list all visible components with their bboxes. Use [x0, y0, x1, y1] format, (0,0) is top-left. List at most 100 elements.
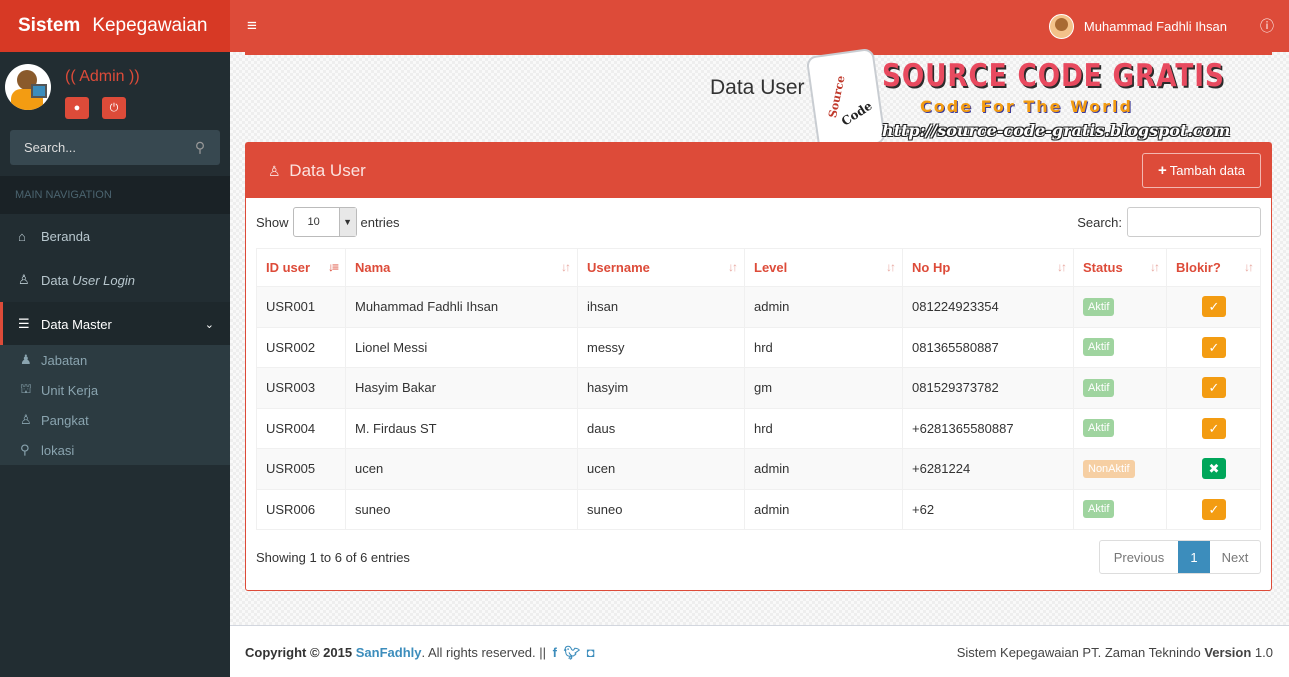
info-icon[interactable]: ⓘ — [1245, 0, 1289, 52]
user-menu[interactable]: Muhammad Fadhli Ihsan — [1048, 13, 1227, 39]
home-icon: ⌂ — [18, 228, 26, 244]
table-row: USR002 Lionel Messi messy hrd 0813655808… — [256, 326, 1261, 368]
brand-link[interactable]: SanFadhly — [356, 645, 422, 660]
avatar — [1048, 13, 1074, 39]
watermark-subtitle: Code For The World — [920, 97, 1133, 116]
page-1-button[interactable]: 1 — [1178, 541, 1210, 573]
puzzle-logo: Source Code — [805, 47, 887, 153]
sidebar-item-pangkat[interactable]: ♙ Pangkat — [0, 405, 230, 435]
next-button[interactable]: Next — [1210, 541, 1260, 573]
sidebar-item-unit-kerja[interactable]: ⛫ Unit Kerja — [0, 375, 230, 405]
status-badge: Aktif — [1083, 378, 1115, 397]
sort-icon: ↓↑ — [1244, 260, 1254, 274]
column-header-nama[interactable]: Nama ↓↑ — [345, 248, 578, 287]
check-icon[interactable]: ✓ — [1202, 498, 1226, 520]
sidebar-item-data-master[interactable]: ☰ Data Master ⌄ — [0, 302, 230, 346]
chevron-down-icon: ▼ — [338, 208, 356, 236]
user-panel: (( Admin )) ● ⏻ — [0, 52, 230, 127]
status-badge: Aktif — [1083, 500, 1115, 519]
instagram-icon[interactable]: ◘ — [587, 645, 595, 660]
sidebar-item-label: Beranda — [41, 228, 91, 244]
user-name: Muhammad Fadhli Ihsan — [1083, 18, 1227, 34]
sort-icon: ↓↑ — [886, 260, 896, 274]
avatar — [5, 64, 51, 110]
table-search-input[interactable] — [1127, 207, 1261, 237]
chevron-down-icon: ⌄ — [204, 318, 214, 331]
pagination: Previous 1 Next — [1099, 540, 1261, 574]
table-row: USR006 suneo suneo admin +62 Aktif ✓ — [256, 488, 1261, 530]
check-icon[interactable]: ✓ — [1202, 296, 1226, 318]
facebook-icon[interactable]: f — [553, 645, 557, 660]
power-icon: ⏻ — [109, 101, 119, 114]
sidebar-search[interactable]: Search... ⚲ — [10, 130, 220, 165]
sort-icon: ↓↑ — [728, 260, 738, 274]
table-row: USR003 Hasyim Bakar hasyim gm 0815293737… — [256, 367, 1261, 409]
app-logo[interactable]: Sistem Kepegawaian — [0, 0, 230, 52]
user-secret-icon: ♙ — [268, 163, 281, 179]
table-row: USR001 Muhammad Fadhli Ihsan ihsan admin… — [256, 286, 1261, 328]
column-header-status[interactable]: Status ↓↑ — [1073, 248, 1167, 287]
previous-button[interactable]: Previous — [1100, 541, 1178, 573]
plus-icon: + — [1158, 162, 1167, 179]
watermark: Source Code SOURCE CODE GRATIS Code For … — [805, 47, 1230, 153]
content-area: Data User Source Code SOURCE CODE GRATIS… — [230, 47, 1289, 625]
user-icon: ♙ — [20, 412, 32, 427]
table-row: USR005 ucen ucen admin +6281224 NonAktif… — [256, 448, 1261, 490]
male-icon: ♟ — [20, 352, 32, 367]
list-icon: ☰ — [18, 316, 30, 331]
status-badge: Aktif — [1083, 419, 1115, 438]
sidebar-item-lokasi[interactable]: ⚲ lokasi — [0, 435, 230, 465]
watermark-title: SOURCE CODE GRATIS — [882, 58, 1225, 94]
sidebar-item-label: Jabatan — [41, 352, 88, 368]
entries-select[interactable]: 10 ▼ — [292, 207, 357, 237]
status-badge: Aktif — [1083, 297, 1115, 316]
app-title-bold: Sistem — [18, 15, 81, 36]
column-header-blokir[interactable]: Blokir? ↓↑ — [1166, 248, 1261, 287]
search-icon[interactable]: ⚲ — [180, 139, 220, 156]
logout-button[interactable]: ⏻ — [102, 97, 126, 119]
sidebar-item-label: Pangkat — [41, 412, 89, 428]
column-header-level[interactable]: Level ↓↑ — [744, 248, 903, 287]
submenu: ♟ Jabatan ⛫ Unit Kerja ♙ Pangkat ⚲ lokas… — [0, 345, 230, 465]
bank-icon: ⛫ — [20, 381, 32, 396]
map-marker-icon: ⚲ — [20, 442, 30, 457]
user-icon: ● — [73, 102, 81, 114]
sidebar-item-label: Data User Login — [41, 272, 135, 288]
nav-header: MAIN NAVIGATION — [0, 176, 230, 214]
status-badge: NonAktif — [1083, 459, 1135, 478]
twitter-icon[interactable]: 🐦︎ — [564, 645, 581, 660]
hamburger-icon[interactable]: ≡ — [230, 0, 274, 52]
column-header-username[interactable]: Username ↓↑ — [577, 248, 745, 287]
add-data-button[interactable]: + Tambah data — [1142, 153, 1261, 188]
table-info: Showing 1 to 6 of 6 entries — [256, 550, 410, 565]
top-navbar: ≡ Muhammad Fadhli Ihsan ⓘ — [230, 0, 1289, 52]
sort-icon: ↓↑ — [1057, 260, 1067, 274]
check-icon[interactable]: ✓ — [1202, 417, 1226, 439]
status-badge: Aktif — [1083, 338, 1115, 357]
sidebar-item-data-user-login[interactable]: ♙ Data User Login — [0, 258, 230, 302]
footer-version: Sistem Kepegawaian PT. Zaman Teknindo Ve… — [956, 645, 1273, 660]
check-icon[interactable]: ✓ — [1202, 336, 1226, 358]
sidebar-item-jabatan[interactable]: ♟ Jabatan — [0, 345, 230, 375]
column-header-id[interactable]: ID user ↓≡ — [256, 248, 346, 287]
table-row: USR004 M. Firdaus ST daus hrd +628136558… — [256, 407, 1261, 449]
sort-icon: ↓↑ — [1150, 260, 1160, 274]
close-icon[interactable]: ✖ — [1202, 458, 1226, 480]
box-title: ♙ Data User — [268, 161, 366, 180]
page-title: Data User — [710, 76, 805, 99]
user-table: ID user ↓≡ Nama ↓↑ Username ↓↑ Level ↓↑ No H… — [256, 248, 1261, 530]
sidebar-item-beranda[interactable]: ⌂ Beranda — [0, 214, 230, 258]
column-header-no-hp[interactable]: No Hp ↓↑ — [902, 248, 1074, 287]
footer: Copyright © 2015 SanFadhly. All rights r… — [230, 625, 1289, 677]
data-user-box: ♙ Data User + Tambah data Show 10 ▼ entr… — [245, 142, 1272, 591]
box-header: ♙ Data User + Tambah data — [246, 143, 1271, 198]
profile-button[interactable]: ● — [65, 97, 89, 119]
footer-copyright: Copyright © 2015 SanFadhly. All rights r… — [245, 645, 595, 660]
check-icon[interactable]: ✓ — [1202, 377, 1226, 399]
length-control: Show 10 ▼ entries — [256, 207, 400, 237]
user-secret-icon: ♙ — [18, 272, 30, 287]
search-input[interactable]: Search... — [24, 140, 180, 155]
watermark-url: http://source-code-gratis.blogspot.com — [882, 121, 1231, 140]
sidebar-item-label: lokasi — [41, 442, 75, 458]
role-label: (( Admin )) — [65, 68, 140, 85]
